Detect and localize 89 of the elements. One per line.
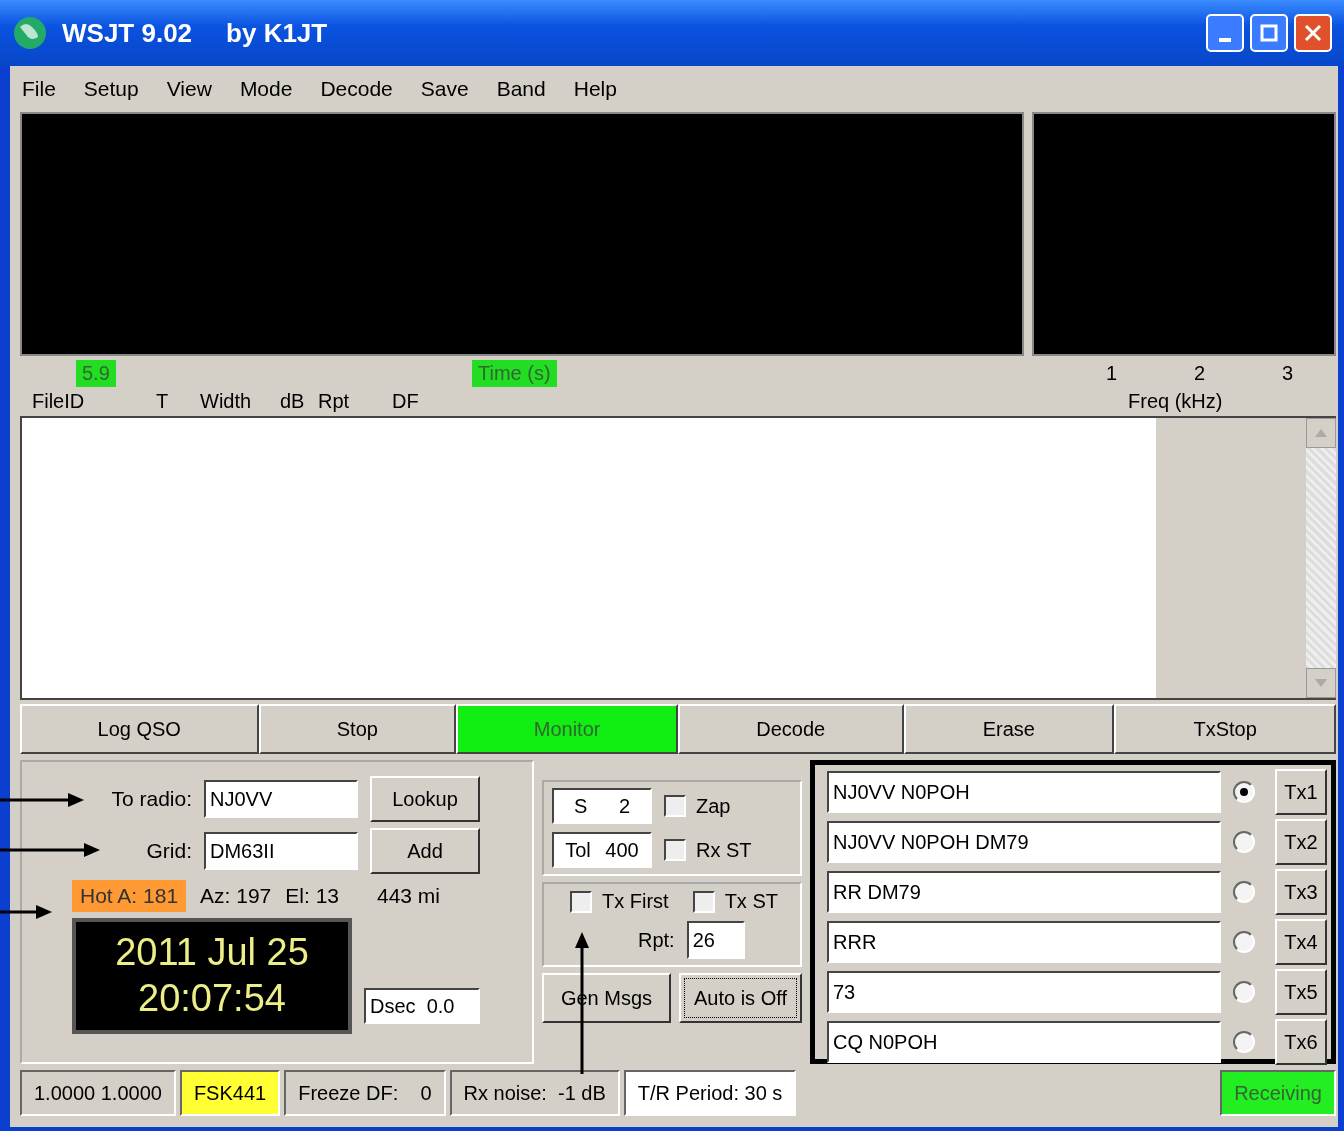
report-field[interactable]: 26 [686, 921, 745, 959]
menu-item[interactable]: Band [496, 77, 546, 101]
window-title: WSJT 9.02 [62, 17, 193, 49]
toolbar-button[interactable]: Decode [678, 704, 904, 754]
radio-button[interactable] [1233, 881, 1255, 903]
grid-field[interactable]: DM63II [204, 832, 358, 870]
down-arrow-icon [1315, 679, 1327, 687]
message-field[interactable]: NJ0VV N0POH [827, 771, 1221, 813]
status-cell: Freeze DF: 0 [284, 1070, 446, 1116]
dsec-field: Dsec 0.0 [364, 988, 480, 1024]
radio-button[interactable] [1233, 1031, 1255, 1053]
checkbox[interactable] [664, 839, 686, 861]
azimuth-label: Az: 197 [200, 884, 272, 908]
checkbox-label: Rx ST [696, 838, 752, 862]
menu-item[interactable]: Help [573, 77, 617, 101]
hot-a-label: Hot A: 181 [72, 880, 187, 912]
time-text: 20:07:54 [138, 976, 286, 1021]
close-icon [1304, 24, 1322, 42]
time-label: Time (s) [472, 360, 557, 387]
toolbar-button[interactable]: Stop [258, 704, 457, 754]
menu-item[interactable]: Save [420, 77, 469, 101]
checkbox-label: Tx ST [724, 890, 778, 913]
menu-item[interactable]: Decode [320, 77, 393, 101]
globe-icon [12, 15, 48, 51]
freq-axis-label: Freq (kHz) [1128, 390, 1223, 413]
tx-button[interactable]: Tx4 [1275, 919, 1327, 965]
column-header: FileID [32, 390, 85, 413]
toolbar-button[interactable]: Log QSO [20, 704, 259, 754]
menu-item[interactable]: Setup [83, 77, 139, 101]
status-cell: Receiving [1220, 1070, 1336, 1116]
tol-field[interactable]: Tol 400 [552, 832, 652, 868]
callsign-field[interactable]: NJ0VV [204, 780, 358, 818]
column-header: Rpt [318, 390, 350, 413]
column-header: DF [392, 390, 419, 413]
radio-button[interactable] [1233, 981, 1255, 1003]
radio-button[interactable] [1233, 831, 1255, 853]
checkbox[interactable] [664, 795, 686, 817]
status-cell: T/R Period: 30 s [623, 1070, 797, 1116]
freq-tick: 2 [1194, 362, 1206, 385]
radio-button[interactable] [1233, 931, 1255, 953]
scrollbar[interactable] [1306, 418, 1336, 698]
s-field[interactable]: S 2 [552, 788, 652, 824]
tx-button[interactable]: Tx6 [1275, 1019, 1327, 1065]
column-header: Width [200, 390, 252, 413]
lookup-button[interactable]: Lookup [370, 776, 480, 822]
elevation-label: El: 13 [285, 884, 339, 908]
close-button[interactable] [1294, 14, 1332, 52]
checkbox[interactable] [570, 890, 592, 913]
checkbox-label: Tx First [602, 890, 669, 913]
minimize-button[interactable] [1206, 14, 1244, 52]
menu-item[interactable]: File [22, 77, 56, 101]
annotation-arrow [0, 904, 52, 920]
add-button[interactable]: Add [370, 828, 480, 874]
tx-button[interactable]: Tx5 [1275, 969, 1327, 1015]
message-field[interactable]: NJ0VV N0POH DM79 [827, 821, 1221, 863]
tx-button[interactable]: Tx1 [1275, 769, 1327, 815]
auto-button[interactable]: Auto is Off [678, 973, 802, 1023]
status-cell: Rx noise: -1 dB [449, 1070, 620, 1116]
up-arrow-icon [1315, 429, 1327, 437]
checkbox-label: Zap [696, 794, 731, 818]
toolbar-button[interactable]: TxStop [1114, 704, 1337, 754]
freq-tick: 3 [1282, 362, 1294, 385]
level-label: 5.9 [76, 360, 116, 387]
toolbar-button[interactable]: Monitor [456, 704, 678, 754]
field-label: To radio: [110, 787, 192, 811]
field-label: Grid: [145, 839, 192, 863]
column-header: dB [280, 390, 305, 413]
minimize-icon [1219, 38, 1231, 42]
column-header: T [156, 390, 169, 413]
menu-item[interactable]: Mode [239, 77, 293, 101]
maximize-button[interactable] [1250, 14, 1288, 52]
date-text: 2011 Jul 25 [115, 930, 309, 976]
message-field[interactable]: RR DM79 [827, 871, 1221, 913]
menu-item[interactable]: View [166, 77, 212, 101]
message-field[interactable]: RRR [827, 921, 1221, 963]
message-field[interactable]: 73 [827, 971, 1221, 1013]
toolbar-button[interactable]: Erase [903, 704, 1115, 754]
window-author: by K1JT [226, 17, 328, 49]
freq-tick: 1 [1106, 362, 1118, 385]
tx-button[interactable]: Tx2 [1275, 819, 1327, 865]
status-cell: FSK441 [179, 1070, 281, 1116]
field-label: Rpt: [638, 928, 675, 952]
message-field[interactable]: CQ N0POH [827, 1021, 1221, 1063]
radio-button[interactable] [1233, 781, 1255, 803]
status-cell: 1.0000 1.0000 [20, 1070, 176, 1116]
checkbox[interactable] [692, 890, 715, 913]
maximize-icon [1260, 24, 1278, 42]
distance-label: 443 mi [377, 884, 441, 908]
tx-button[interactable]: Tx3 [1275, 869, 1327, 915]
